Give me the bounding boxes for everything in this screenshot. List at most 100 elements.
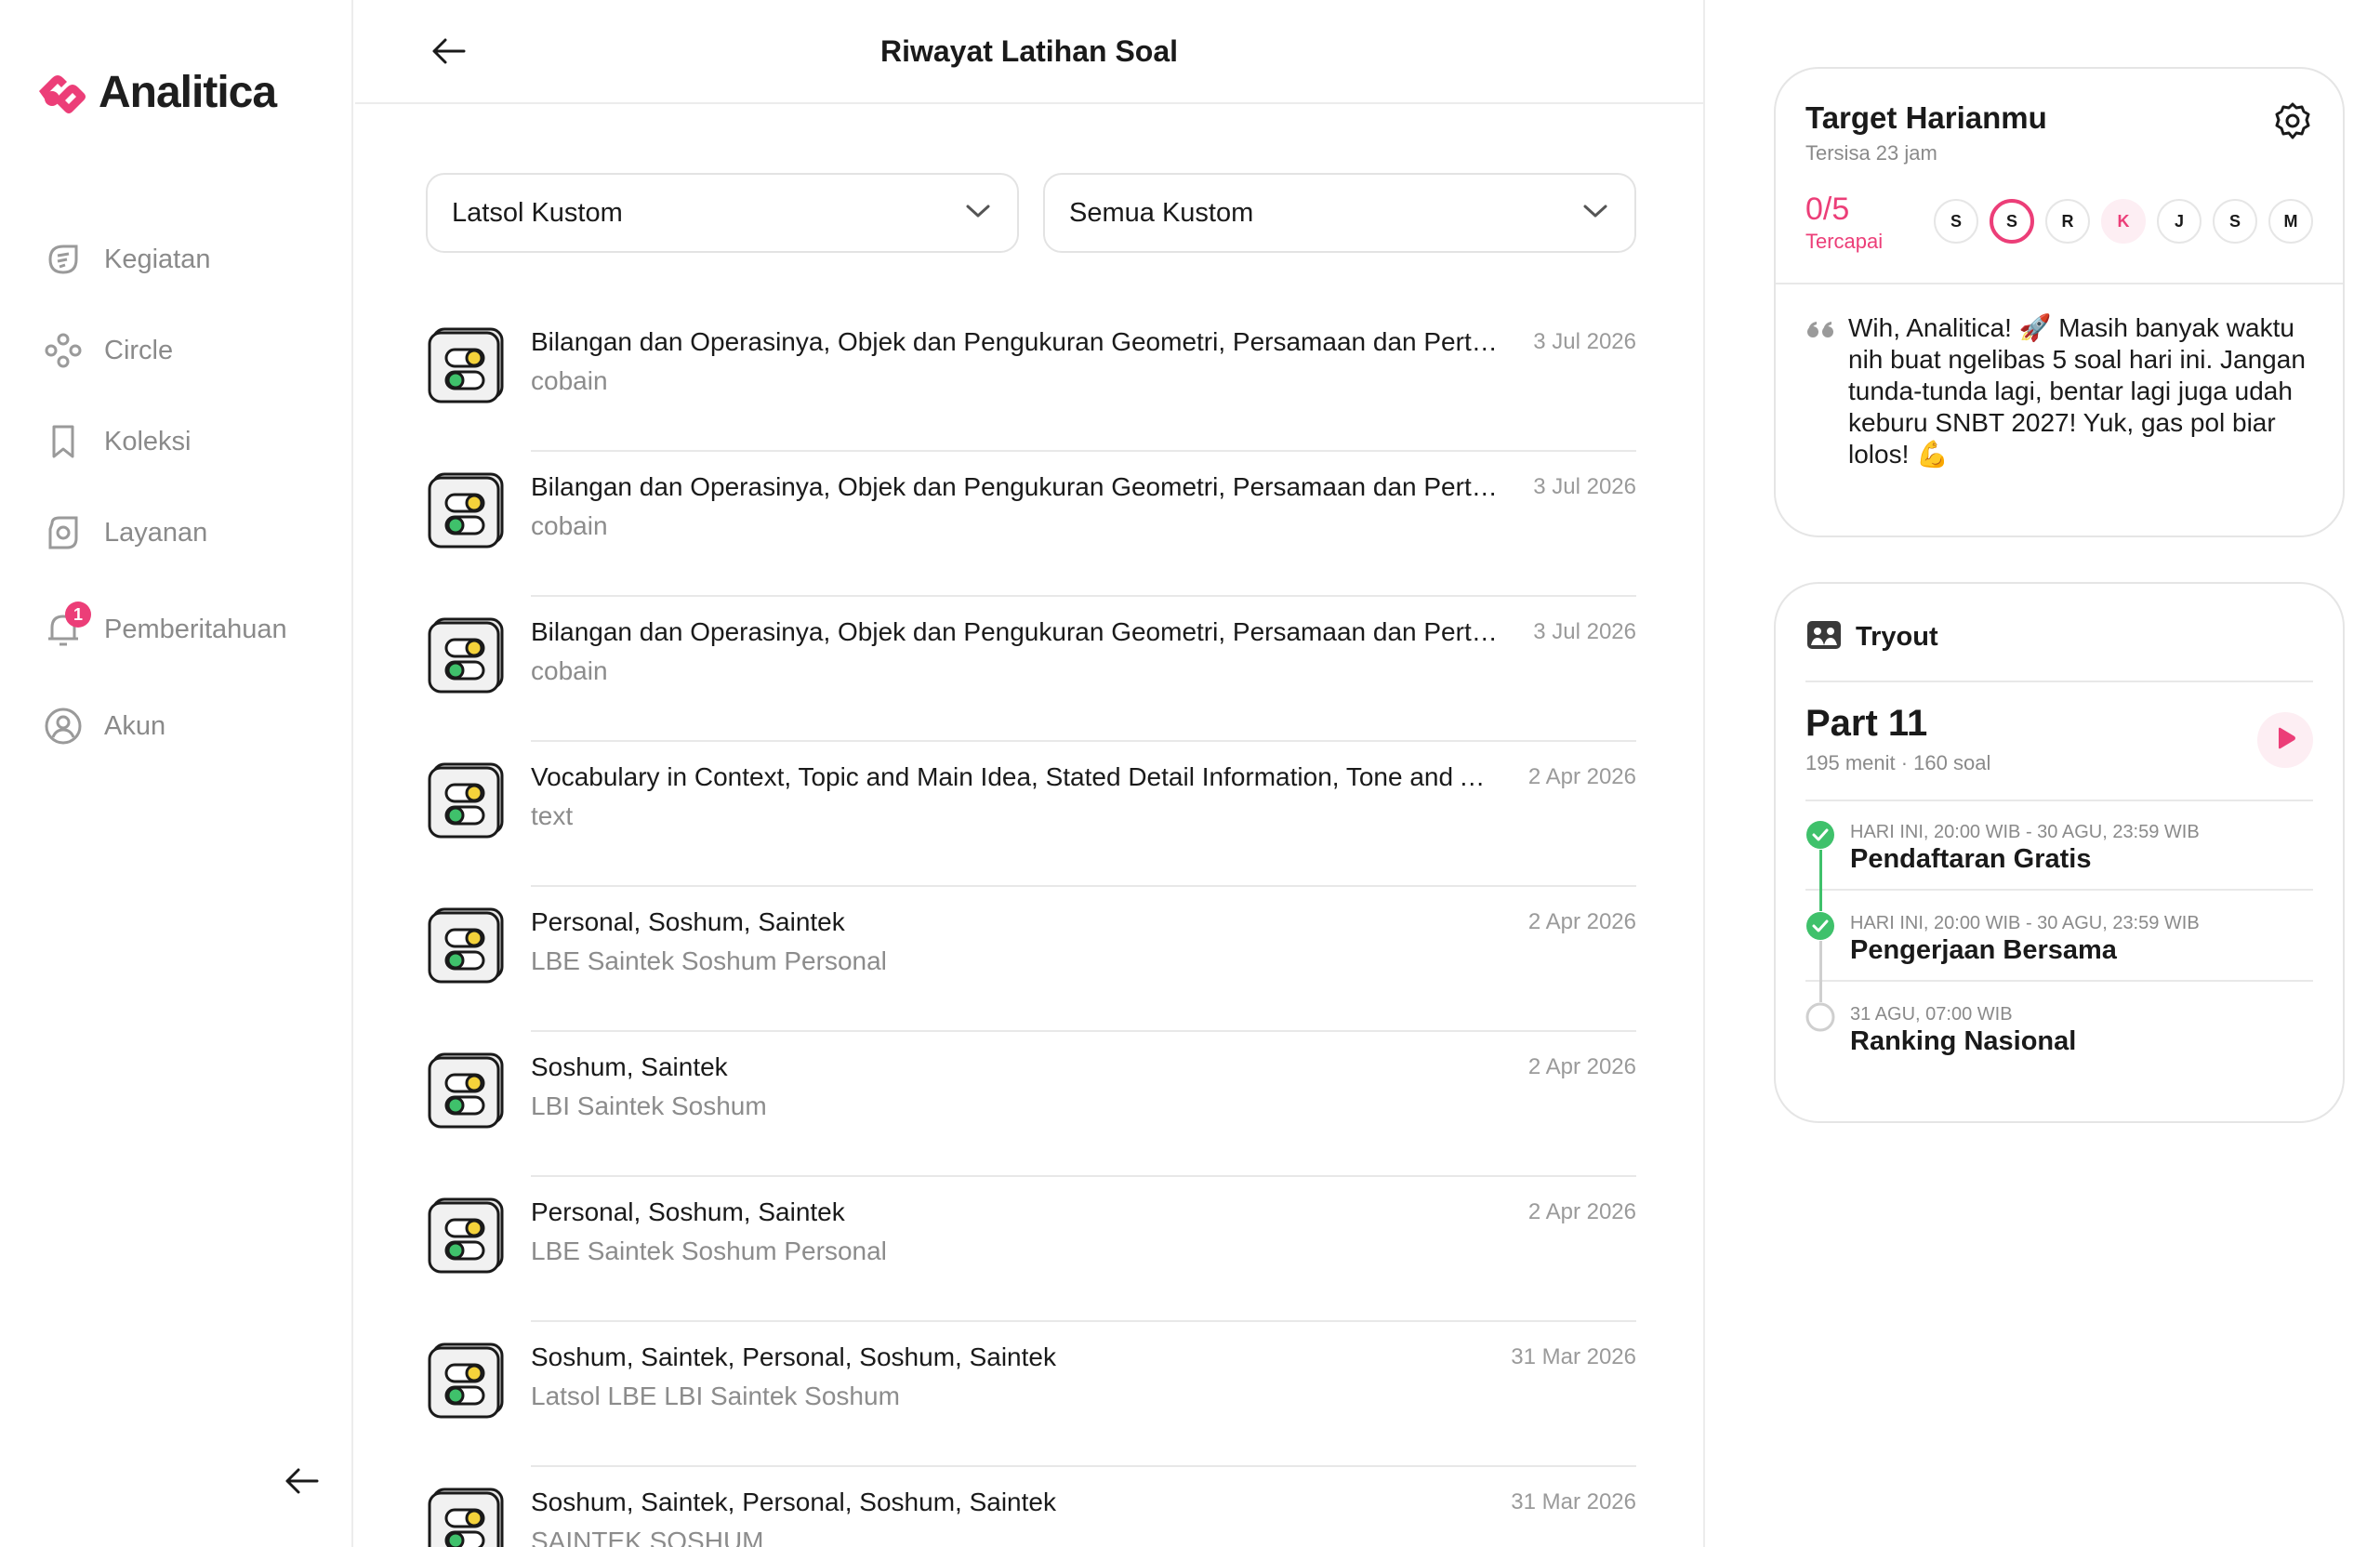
history-row[interactable]: Bilangan dan Operasinya, Objek dan Pengu… bbox=[426, 307, 1636, 452]
history-row-body: Bilangan dan Operasinya, Objek dan Pengu… bbox=[531, 597, 1636, 742]
history-row-subtitle: LBI Saintek Soshum bbox=[531, 1091, 767, 1120]
sidebar-item-label: Pemberitahuan bbox=[104, 614, 287, 644]
history-row-title: Bilangan dan Operasinya, Objek dan Pengu… bbox=[531, 327, 1498, 356]
target-progress: 0/5 Tercapai bbox=[1805, 192, 1883, 254]
history-row-date: 2 Apr 2026 bbox=[1527, 909, 1636, 934]
history-row-title: Personal, Soshum, Saintek bbox=[531, 1197, 845, 1226]
toggle-quiz-icon bbox=[428, 760, 506, 839]
timeline-title: Pengerjaan Bersama bbox=[1850, 935, 2117, 965]
sidebar-item-akun[interactable]: Akun bbox=[41, 681, 338, 772]
history-row[interactable]: Personal, Soshum, Saintek LBE Saintek Sos… bbox=[426, 887, 1636, 1032]
history-row-subtitle: LBE Saintek Soshum Personal bbox=[531, 1236, 887, 1265]
service-icon bbox=[41, 510, 86, 555]
history-row[interactable]: Bilangan dan Operasinya, Objek dan Pengu… bbox=[426, 597, 1636, 742]
sidebar-item-circle[interactable]: Circle bbox=[41, 305, 338, 396]
history-row-title: Soshum, Saintek, Personal, Soshum, Saint… bbox=[531, 1488, 1056, 1516]
history-row-subtitle: Latsol LBE LBI Saintek Soshum bbox=[531, 1382, 900, 1410]
tryout-card: Tryout Part 11 195 menit · 160 soal HARI… bbox=[1774, 582, 2345, 1123]
weekday-tracker: S S R K J S M bbox=[1934, 199, 2313, 244]
target-title: Target Harianmu bbox=[1805, 100, 2047, 135]
account-icon bbox=[41, 704, 86, 748]
tryout-header: Tryout bbox=[1805, 619, 1938, 655]
timeline-item: HARI INI, 20:00 WIB - 30 AGU, 23:59 WIB … bbox=[1805, 800, 2313, 891]
page-title: Riwayat Latihan Soal bbox=[879, 33, 1179, 68]
sidebar-item-kegiatan[interactable]: Kegiatan bbox=[41, 214, 338, 305]
history-row-title: Personal, Soshum, Saintek bbox=[531, 907, 845, 936]
collapse-sidebar-button[interactable] bbox=[279, 1460, 325, 1506]
gear-icon bbox=[2273, 101, 2312, 145]
tryout-part-meta: 195 menit · 160 soal bbox=[1805, 751, 1991, 774]
timeline-title: Pendaftaran Gratis bbox=[1850, 844, 2092, 874]
play-icon bbox=[2272, 725, 2298, 756]
bookmark-icon bbox=[41, 419, 86, 464]
top-bar: Riwayat Latihan Soal bbox=[355, 0, 1703, 104]
timeline-connector bbox=[1819, 889, 1822, 911]
divider bbox=[1805, 681, 2313, 682]
history-row[interactable]: Soshum, Saintek LBI Saintek Soshum 2 Apr 2… bbox=[426, 1032, 1636, 1177]
history-row[interactable]: Vocabulary in Context, Topic and Main Id… bbox=[426, 742, 1636, 887]
chevron-down-icon bbox=[965, 203, 991, 224]
quote-icon bbox=[1805, 320, 1835, 345]
history-row[interactable]: Personal, Soshum, Saintek LBE Saintek Sos… bbox=[426, 1177, 1636, 1322]
weekday-chip: R bbox=[2045, 199, 2090, 244]
timeline-time: HARI INI, 20:00 WIB - 30 AGU, 23:59 WIB bbox=[1850, 822, 2200, 842]
toggle-quiz-icon bbox=[428, 906, 506, 984]
tryout-icon bbox=[1805, 619, 1843, 655]
history-row-body: Soshum, Saintek, Personal, Soshum, Saint… bbox=[531, 1322, 1636, 1467]
history-row-date: 2 Apr 2026 bbox=[1527, 764, 1636, 789]
notification-badge: 1 bbox=[65, 602, 91, 628]
scope-filter-select[interactable]: Semua Kustom bbox=[1043, 173, 1636, 253]
weekday-chip: S bbox=[2213, 199, 2257, 244]
history-row[interactable]: Soshum, Saintek, Personal, Soshum, Saint… bbox=[426, 1467, 1636, 1547]
history-row-subtitle: text bbox=[531, 801, 574, 830]
back-button[interactable] bbox=[426, 30, 472, 76]
sidebar-item-koleksi[interactable]: Koleksi bbox=[41, 396, 338, 487]
chevron-down-icon bbox=[1582, 203, 1608, 224]
toggle-quiz-icon bbox=[428, 1341, 506, 1419]
weekday-chip: J bbox=[2157, 199, 2202, 244]
timeline-time: HARI INI, 20:00 WIB - 30 AGU, 23:59 WIB bbox=[1850, 913, 2200, 933]
history-row-body: Soshum, Saintek, Personal, Soshum, Saint… bbox=[531, 1467, 1636, 1547]
history-row-date: 31 Mar 2026 bbox=[1511, 1489, 1636, 1514]
history-row-subtitle: LBE Saintek Soshum Personal bbox=[531, 946, 887, 975]
history-row-date: 2 Apr 2026 bbox=[1527, 1054, 1636, 1079]
history-row-subtitle: cobain bbox=[531, 656, 608, 685]
weekday-chip: S bbox=[1934, 199, 1978, 244]
history-row-body: Bilangan dan Operasinya, Objek dan Pengu… bbox=[531, 307, 1636, 452]
history-row-title: Soshum, Saintek bbox=[531, 1052, 728, 1081]
start-tryout-button[interactable] bbox=[2257, 712, 2313, 768]
toggle-quiz-icon bbox=[428, 470, 506, 549]
toggle-quiz-icon bbox=[428, 325, 506, 403]
timeline-connector bbox=[1819, 941, 1822, 982]
weekday-chip-today: S bbox=[1990, 199, 2034, 244]
target-settings-button[interactable] bbox=[2270, 100, 2315, 145]
sidebar-item-layanan[interactable]: Layanan bbox=[41, 487, 338, 578]
progress-label: Tercapai bbox=[1805, 230, 1884, 253]
history-list: Bilangan dan Operasinya, Objek dan Pengu… bbox=[426, 307, 1636, 1547]
sidebar-nav: Kegiatan Circle Koleksi Layanan 1 Pember… bbox=[41, 214, 338, 772]
history-row-date: 2 Apr 2026 bbox=[1527, 1199, 1636, 1224]
history-row[interactable]: Soshum, Saintek, Personal, Soshum, Saint… bbox=[426, 1322, 1636, 1467]
history-row-subtitle: cobain bbox=[531, 511, 608, 540]
tryout-title: Tryout bbox=[1856, 622, 1938, 652]
progress-count: 0/5 bbox=[1805, 192, 1850, 227]
timeline-connector bbox=[1819, 980, 1822, 1002]
arrow-left-icon bbox=[284, 1467, 321, 1500]
logo[interactable]: Analitica bbox=[33, 67, 277, 118]
toggle-quiz-icon bbox=[428, 615, 506, 694]
sidebar-item-pemberitahuan[interactable]: 1 Pemberitahuan bbox=[41, 578, 338, 681]
tryout-part-title: Part 11 bbox=[1805, 703, 1928, 744]
history-row-body: Vocabulary in Context, Topic and Main Id… bbox=[531, 742, 1636, 887]
logo-text: Analitica bbox=[99, 68, 277, 117]
timeline-item: HARI INI, 20:00 WIB - 30 AGU, 23:59 WIB … bbox=[1805, 889, 2313, 982]
history-row-title: Bilangan dan Operasinya, Objek dan Pengu… bbox=[531, 617, 1498, 646]
motivation-quote: Wih, Analitica! 🚀 Masih banyak waktu nih… bbox=[1848, 313, 2306, 469]
toggle-quiz-icon bbox=[428, 1486, 506, 1547]
weekday-chip: M bbox=[2268, 199, 2313, 244]
type-filter-value: Latsol Kustom bbox=[452, 197, 623, 228]
type-filter-select[interactable]: Latsol Kustom bbox=[426, 173, 1019, 253]
history-row-body: Bilangan dan Operasinya, Objek dan Pengu… bbox=[531, 452, 1636, 597]
toggle-quiz-icon bbox=[428, 1051, 506, 1129]
history-row[interactable]: Bilangan dan Operasinya, Objek dan Pengu… bbox=[426, 452, 1636, 597]
circle-group-icon bbox=[41, 328, 86, 373]
